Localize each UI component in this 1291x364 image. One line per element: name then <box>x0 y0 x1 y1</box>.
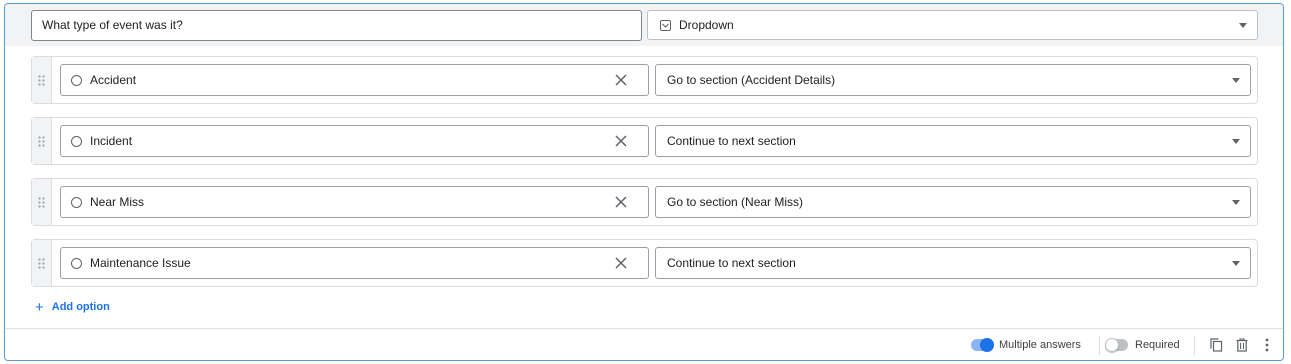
close-icon[interactable] <box>612 254 630 272</box>
duplicate-icon[interactable] <box>1208 337 1224 353</box>
option-input[interactable]: Near Miss <box>60 186 649 218</box>
option-label: Maintenance Issue <box>90 256 191 270</box>
question-header: What type of event was it? Dropdown <box>5 4 1283 46</box>
radio-icon <box>71 74 82 86</box>
option-label: Accident <box>90 73 137 87</box>
dropdown-icon <box>660 19 671 31</box>
question-title-input[interactable]: What type of event was it? <box>31 10 642 41</box>
add-option-button[interactable]: + Add option <box>35 298 110 316</box>
footer-separator <box>1194 336 1195 355</box>
go-to-section-label: Continue to next section <box>667 134 796 148</box>
add-option-label: Add option <box>51 301 110 313</box>
question-type-label: Dropdown <box>679 18 734 32</box>
option-row: Near Miss Go to section (Near Miss) <box>31 178 1258 226</box>
option-input[interactable]: Accident <box>60 64 649 96</box>
option-input[interactable]: Incident <box>60 125 649 157</box>
option-row: Accident Go to section (Accident Details… <box>31 56 1258 104</box>
go-to-section-label: Go to section (Accident Details) <box>667 73 836 87</box>
drag-handle-icon[interactable] <box>32 179 52 225</box>
question-card: What type of event was it? Dropdown Acci… <box>4 3 1284 361</box>
option-row: Maintenance Issue Continue to next secti… <box>31 239 1258 287</box>
radio-icon <box>71 196 82 208</box>
multiple-answers-label: Multiple answers <box>999 339 1081 351</box>
required-label: Required <box>1135 339 1180 351</box>
chevron-down-icon <box>1239 22 1247 28</box>
footer-separator <box>1099 336 1100 355</box>
more-options-icon[interactable] <box>1259 337 1275 353</box>
go-to-section-dropdown[interactable]: Continue to next section <box>655 247 1251 279</box>
plus-icon: + <box>35 298 44 316</box>
multiple-answers-toggle[interactable] <box>971 338 994 352</box>
question-footer: Multiple answers Required <box>5 329 1283 360</box>
go-to-section-dropdown[interactable]: Continue to next section <box>655 125 1251 157</box>
chevron-down-icon <box>1232 138 1240 144</box>
go-to-section-dropdown[interactable]: Go to section (Near Miss) <box>655 186 1251 218</box>
required-toggle[interactable] <box>1105 338 1128 352</box>
option-label: Incident <box>90 134 133 148</box>
radio-icon <box>71 135 82 147</box>
radio-icon <box>71 257 82 269</box>
close-icon[interactable] <box>612 193 630 211</box>
question-type-dropdown[interactable]: Dropdown <box>647 10 1258 40</box>
go-to-section-dropdown[interactable]: Go to section (Accident Details) <box>655 64 1251 96</box>
go-to-section-label: Continue to next section <box>667 256 796 270</box>
option-label: Near Miss <box>90 195 145 209</box>
chevron-down-icon <box>1232 77 1240 83</box>
delete-icon[interactable] <box>1234 337 1250 353</box>
drag-handle-icon[interactable] <box>32 240 52 286</box>
close-icon[interactable] <box>612 71 630 89</box>
close-icon[interactable] <box>612 132 630 150</box>
option-row: Incident Continue to next section <box>31 117 1258 165</box>
drag-handle-icon[interactable] <box>32 118 52 164</box>
drag-handle-icon[interactable] <box>32 57 52 103</box>
option-input[interactable]: Maintenance Issue <box>60 247 649 279</box>
chevron-down-icon <box>1232 260 1240 266</box>
toggle-knob <box>980 338 994 352</box>
toggle-knob <box>1105 338 1119 352</box>
chevron-down-icon <box>1232 199 1240 205</box>
go-to-section-label: Go to section (Near Miss) <box>667 195 804 209</box>
